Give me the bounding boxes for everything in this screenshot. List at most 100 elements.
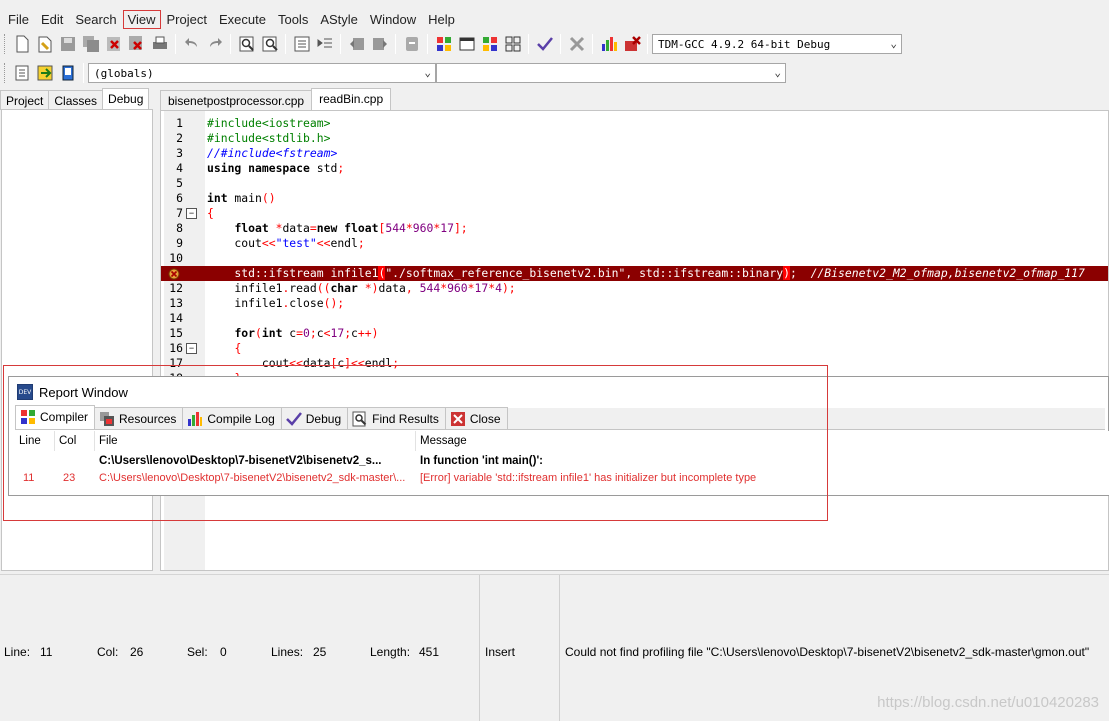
code-text[interactable]: cout<<"test"<<endl; [207, 236, 364, 251]
code-line[interactable]: 10 [161, 251, 1108, 266]
code-line-error[interactable]: std::ifstream infile1("./softmax_referen… [161, 266, 1108, 281]
line-number[interactable]: 10 [164, 251, 183, 266]
code-text[interactable]: infile1.close(); [207, 296, 344, 311]
line-number[interactable]: 16 [164, 341, 183, 356]
toolbar-grip[interactable] [4, 34, 7, 54]
window-icon[interactable] [457, 34, 477, 54]
code-line[interactable]: 4 using namespace std; [161, 161, 1108, 176]
line-number[interactable]: 9 [164, 236, 183, 251]
menu-search[interactable]: Search [69, 10, 122, 29]
menu-view[interactable]: View [122, 9, 161, 29]
class-browser-icon[interactable] [480, 34, 500, 54]
code-text[interactable]: float *data=new float[544*960*17]; [207, 221, 467, 236]
menu-file[interactable]: File [2, 10, 35, 29]
code-text[interactable]: std::ifstream infile1("./softmax_referen… [207, 266, 1085, 281]
goto-line-icon[interactable] [292, 34, 312, 54]
profile-delete-icon[interactable] [622, 34, 642, 54]
code-text[interactable]: infile1.read((char *)data, 544*960*17*4)… [207, 281, 515, 296]
code-line[interactable]: 13 infile1.close(); [161, 296, 1108, 311]
code-text[interactable]: for(int c=0;c<17;c++) [207, 326, 378, 341]
menu-execute[interactable]: Execute [213, 10, 272, 29]
line-number[interactable]: 14 [164, 311, 183, 326]
line-number[interactable]: 3 [164, 146, 183, 161]
function-select[interactable]: ⌄ [436, 63, 786, 83]
line-number[interactable]: 7 [164, 206, 183, 221]
chart-icon[interactable] [599, 34, 619, 54]
compiler-message-row[interactable]: C:\Users\lenovo\Desktop\7-bisenetV2\bise… [15, 453, 1109, 470]
menu-help[interactable]: Help [422, 10, 461, 29]
indent-icon[interactable] [315, 34, 335, 54]
column-header-file[interactable]: File [95, 431, 416, 451]
panel-splitter[interactable] [153, 88, 159, 572]
tab-close[interactable]: Close [444, 407, 508, 429]
close-all-icon[interactable] [127, 34, 147, 54]
open-file-icon[interactable] [35, 34, 55, 54]
tab-find-results[interactable]: Find Results [347, 407, 446, 429]
code-line[interactable]: 14 [161, 311, 1108, 326]
line-number[interactable]: 13 [164, 296, 183, 311]
column-header-message[interactable]: Message [416, 431, 1109, 451]
code-text[interactable]: { [207, 206, 214, 221]
tab-compiler[interactable]: Compiler [15, 405, 96, 429]
line-number[interactable]: 4 [164, 161, 183, 176]
tab-compile-log[interactable]: Compile Log [182, 407, 282, 429]
forward-icon[interactable] [370, 34, 390, 54]
new-file-icon[interactable] [12, 34, 32, 54]
code-text[interactable]: using namespace std; [207, 161, 344, 176]
back-icon[interactable] [347, 34, 367, 54]
delete-icon[interactable] [567, 34, 587, 54]
undo-icon[interactable] [182, 34, 202, 54]
code-text[interactable]: { [207, 341, 241, 356]
project-grid-icon[interactable] [434, 34, 454, 54]
code-line[interactable]: 15 for(int c=0;c<17;c++) [161, 326, 1108, 341]
code-line[interactable]: 17 cout<<data[c]<<endl; [161, 356, 1108, 371]
check-icon[interactable] [535, 34, 555, 54]
code-text[interactable]: cout<<data[c]<<endl; [207, 356, 399, 371]
close-file-icon[interactable] [104, 34, 124, 54]
save-icon[interactable] [58, 34, 78, 54]
code-line[interactable]: 5 [161, 176, 1108, 191]
code-line[interactable]: 6 int main() [161, 191, 1108, 206]
tab-readbin[interactable]: readBin.cpp [311, 88, 392, 110]
code-line[interactable]: 7{ [161, 206, 1108, 221]
replace-icon[interactable] [260, 34, 280, 54]
code-line[interactable]: 16 { [161, 341, 1108, 356]
code-editor[interactable]: 1 #include<iostream> 2 #include<stdlib.h> 3 /… [160, 110, 1109, 571]
tab-bisenetpostprocessor[interactable]: bisenetpostprocessor.cpp [160, 90, 313, 110]
menu-tools[interactable]: Tools [272, 10, 314, 29]
compiler-message-row[interactable]: 11 23 C:\Users\lenovo\Desktop\7-bisenetV2\… [15, 470, 1109, 487]
error-marker-icon[interactable] [168, 268, 180, 280]
code-text[interactable]: int main() [207, 191, 276, 206]
menu-edit[interactable]: Edit [35, 10, 69, 29]
scope-select[interactable]: (globals) ⌄ [88, 63, 436, 83]
code-text[interactable]: #include<iostream> [207, 116, 330, 131]
fold-toggle-icon[interactable]: − [186, 343, 197, 354]
line-number[interactable]: 1 [164, 116, 183, 131]
code-line[interactable]: 2 #include<stdlib.h> [161, 131, 1108, 146]
line-number[interactable]: 12 [164, 281, 183, 296]
code-line[interactable]: 8 float *data=new float[544*960*17]; [161, 221, 1108, 236]
line-number[interactable]: 2 [164, 131, 183, 146]
print-icon[interactable] [150, 34, 170, 54]
code-line[interactable]: 3 //#include<fstream> [161, 146, 1108, 161]
bookmark-icon[interactable] [402, 34, 422, 54]
code-text[interactable]: #include<stdlib.h> [207, 131, 330, 146]
insert-icon[interactable] [12, 63, 32, 83]
tab-classes[interactable]: Classes [48, 90, 104, 110]
tab-debug[interactable]: Debug [102, 88, 150, 110]
column-header-col[interactable]: Col [55, 431, 95, 451]
menu-astyle[interactable]: AStyle [314, 10, 364, 29]
tab-resources[interactable]: Resources [94, 407, 184, 429]
line-number[interactable]: 6 [164, 191, 183, 206]
toolbar-grip[interactable] [4, 63, 7, 83]
toggle-icon[interactable] [58, 63, 78, 83]
layout-icon[interactable] [503, 34, 523, 54]
tab-project[interactable]: Project [0, 90, 50, 110]
fold-toggle-icon[interactable]: − [186, 208, 197, 219]
code-line[interactable]: 9 cout<<"test"<<endl; [161, 236, 1108, 251]
menu-window[interactable]: Window [364, 10, 422, 29]
goto-icon[interactable] [35, 63, 55, 83]
code-text[interactable]: //#include<fstream> [207, 146, 337, 161]
redo-icon[interactable] [205, 34, 225, 54]
column-header-line[interactable]: Line [15, 431, 55, 451]
